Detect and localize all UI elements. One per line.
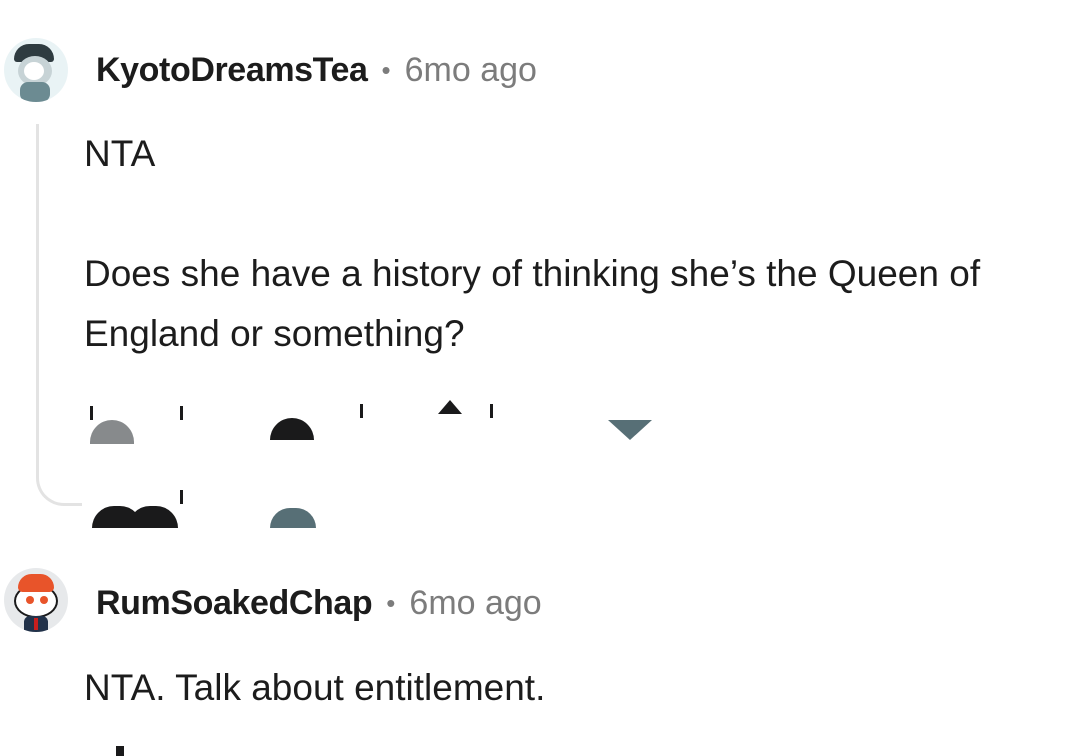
username-link[interactable]: RumSoakedChap xyxy=(96,583,373,623)
share-icon[interactable] xyxy=(270,508,316,528)
icon-fragment xyxy=(180,490,183,504)
avatar-hair-icon xyxy=(18,574,54,592)
reply-icon[interactable] xyxy=(270,418,314,440)
avatar-body-icon xyxy=(20,82,50,102)
downvote-icon[interactable] xyxy=(608,420,652,440)
comment-action-bar xyxy=(84,370,684,540)
user-avatar[interactable] xyxy=(4,38,68,102)
comment-paragraph: NTA xyxy=(84,133,156,174)
avatar-tie-icon xyxy=(34,618,38,630)
user-avatar[interactable] xyxy=(4,568,68,632)
icon-fragment xyxy=(490,404,493,418)
comment: KyotoDreamsTea • 6mo ago NTA Does she ha… xyxy=(0,0,1079,540)
meta-separator: • xyxy=(381,55,391,85)
comment-meta: RumSoakedChap • 6mo ago xyxy=(96,583,542,623)
comment: RumSoakedChap • 6mo ago NTA. Talk about … xyxy=(0,560,1079,756)
icon-fragment xyxy=(360,404,363,418)
vote-icon[interactable] xyxy=(90,420,134,444)
meta-separator: • xyxy=(386,588,396,618)
avatar-face-icon xyxy=(24,62,44,80)
icon-fragment xyxy=(116,746,124,756)
icon-fragment xyxy=(180,406,183,420)
thread-line[interactable] xyxy=(36,124,82,506)
comment-timestamp: 6mo ago xyxy=(409,584,542,622)
avatar-eye-icon xyxy=(40,596,48,604)
comment-meta: KyotoDreamsTea • 6mo ago xyxy=(96,50,537,90)
comment-paragraph: Does she have a history of thinking she’… xyxy=(84,253,981,354)
upvote-icon[interactable] xyxy=(438,400,462,414)
comment-paragraph: NTA. Talk about entitlement. xyxy=(84,667,546,708)
comment-body: NTA Does she have a history of thinking … xyxy=(84,124,1054,364)
avatar-eye-icon xyxy=(26,596,34,604)
comment-body: NTA. Talk about entitlement. xyxy=(84,658,1054,718)
comment-timestamp: 6mo ago xyxy=(404,51,537,89)
username-link[interactable]: KyotoDreamsTea xyxy=(96,50,368,90)
icon-fragment xyxy=(90,406,93,420)
award-icon[interactable] xyxy=(128,506,178,528)
